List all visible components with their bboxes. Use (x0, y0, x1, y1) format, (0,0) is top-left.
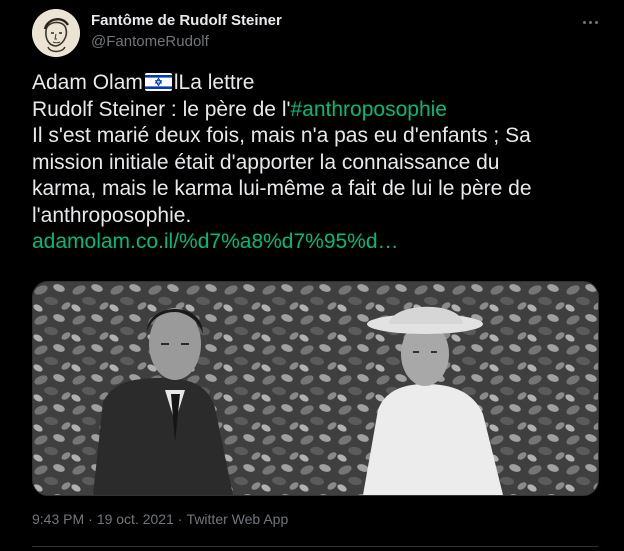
more-dot-icon (588, 20, 592, 24)
meta-separator: · (177, 511, 183, 527)
tweet-line-6: l'anthroposophie. (32, 203, 192, 227)
tweet-metadata: 9:43 PM · 19 oct. 2021 · Twitter Web App (32, 511, 288, 527)
tweet-time[interactable]: 9:43 PM (32, 511, 84, 527)
tweet-media-photo[interactable] (32, 281, 599, 496)
hashtag-link[interactable]: #anthroposophie (291, 98, 447, 121)
portrait-sketch-icon (32, 9, 80, 57)
tweet-text-segment: Adam Olam (32, 71, 143, 94)
meta-separator: · (88, 511, 93, 527)
tweet-line-3: Il s'est marié deux fois, mais n'a pas e… (32, 124, 531, 147)
tweet-text: Adam Olam lLa lettre Rudolf Steiner : le … (32, 70, 598, 256)
external-link[interactable]: adamolam.co.il/%d7%a8%d7%95%d… (32, 230, 399, 253)
source-app-link[interactable]: Twitter Web App (187, 511, 289, 527)
tweet-text-segment: lLa lettre (173, 71, 255, 94)
more-dot-icon (594, 20, 598, 24)
author-handle[interactable]: @FantomeRudolf (91, 33, 209, 50)
tweet-text-segment: Rudolf Steiner : le père de l' (32, 97, 291, 121)
tweet-line-5: karma, mais le karma lui-même a fait de … (32, 177, 532, 200)
tweet-date[interactable]: 19 oct. 2021 (97, 511, 174, 527)
israel-flag-icon (144, 73, 172, 91)
tweet-line-4: mission initiale était d'apporter la con… (32, 150, 500, 174)
more-options-button[interactable] (578, 10, 602, 34)
tweet: Fantôme de Rudolf Steiner @FantomeRudolf… (0, 0, 624, 551)
tweet-line-1: Adam Olam lLa lettre (32, 70, 598, 97)
divider (32, 546, 598, 547)
tweet-line-7: adamolam.co.il/%d7%a8%d7%95%d… (32, 229, 598, 256)
photo-man-and-woman-icon (33, 282, 598, 495)
author-display-name[interactable]: Fantôme de Rudolf Steiner (91, 12, 282, 29)
tweet-line-2: Rudolf Steiner : le père de l'#anthropos… (32, 97, 598, 124)
more-dot-icon (582, 20, 586, 24)
avatar[interactable] (32, 9, 80, 57)
